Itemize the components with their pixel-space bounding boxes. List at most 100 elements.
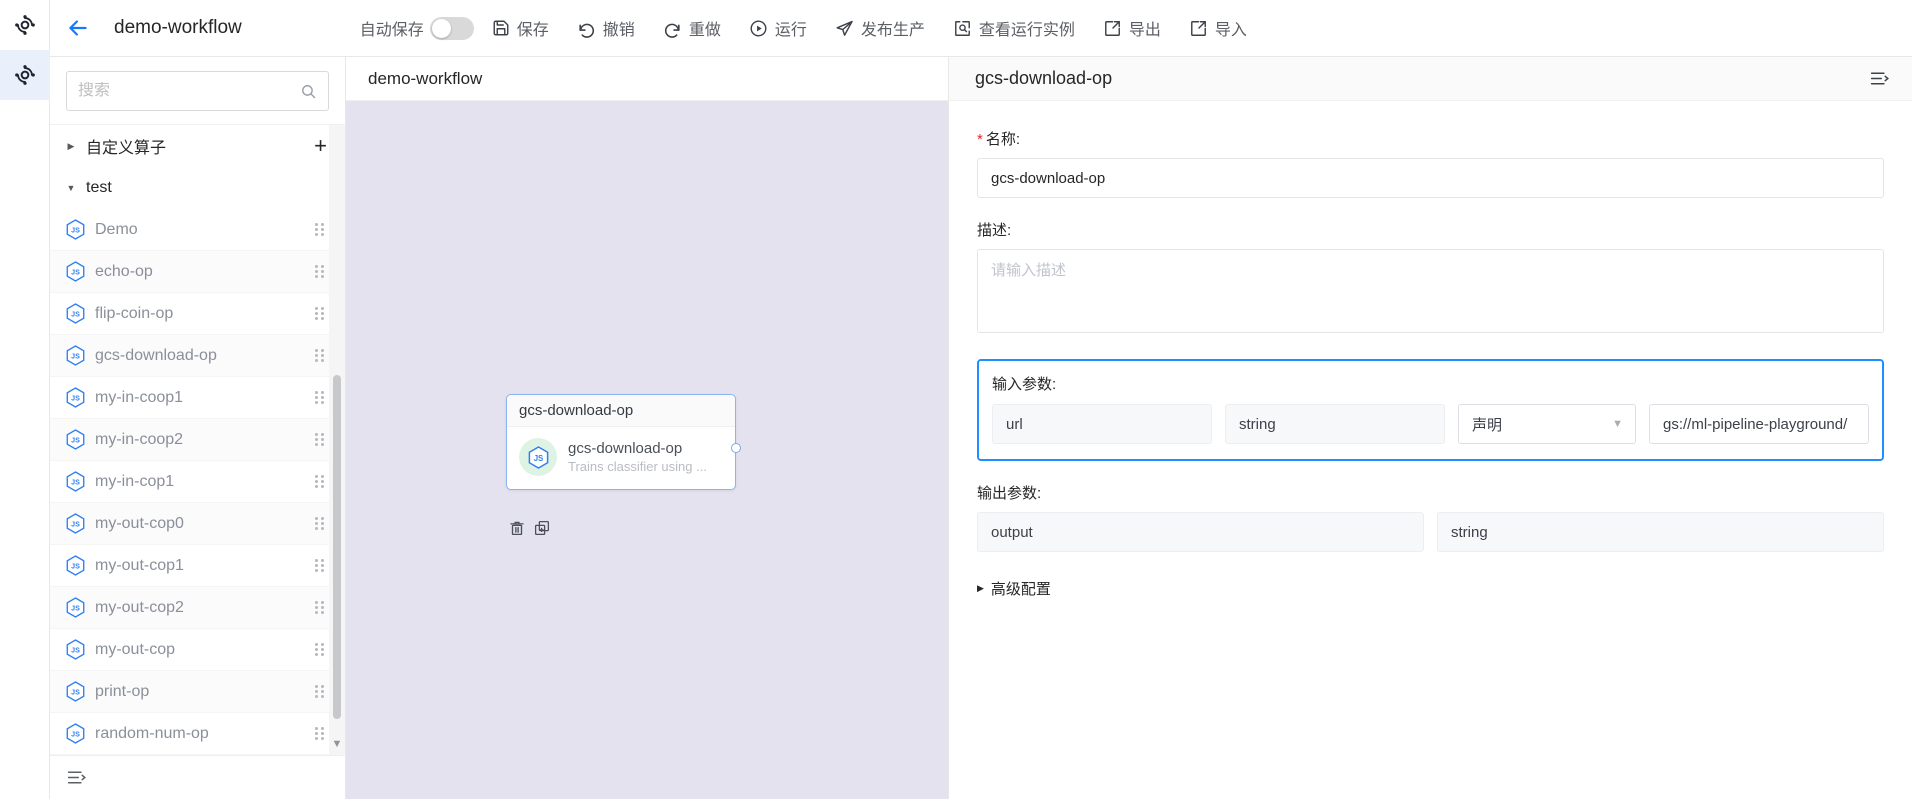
panel-collapse-icon[interactable] <box>1869 68 1890 89</box>
drag-handle-icon[interactable] <box>315 559 327 573</box>
workflow-canvas[interactable]: gcs-download-op JS gcs-download-op Train… <box>346 101 948 799</box>
workflow-title: demo-workflow <box>114 17 242 39</box>
svg-text:JS: JS <box>71 647 80 655</box>
description-textarea[interactable] <box>977 249 1884 333</box>
drag-handle-icon[interactable] <box>315 727 327 741</box>
scrollbar-thumb[interactable] <box>333 375 341 719</box>
js-icon: JS <box>66 513 85 534</box>
list-item[interactable]: JS flip-coin-op <box>50 293 345 335</box>
list-item[interactable]: JS my-in-coop1 <box>50 377 345 419</box>
js-icon: JS <box>66 303 85 324</box>
input-params-section: 输入参数: url string 声明 ▼ gs://ml-pipeline-p… <box>977 359 1884 461</box>
svg-text:JS: JS <box>71 311 80 319</box>
sidebar-footer <box>50 755 345 799</box>
drag-handle-icon[interactable] <box>315 391 327 405</box>
list-item[interactable]: JS my-out-cop <box>50 629 345 671</box>
workspace: ▶ 自定义算子 + ▼ test JS Demo JS <box>50 57 1912 799</box>
js-icon: JS <box>66 429 85 450</box>
drag-handle-icon[interactable] <box>315 601 327 615</box>
input-params-label: 输入参数: <box>992 373 1869 394</box>
drag-handle-icon[interactable] <box>315 475 327 489</box>
input-param-source-select[interactable]: 声明 ▼ <box>1458 404 1636 444</box>
node-subtitle: Trains classifier using ... <box>568 459 723 474</box>
list-item[interactable]: JS my-out-cop2 <box>50 587 345 629</box>
group-test[interactable]: ▼ test <box>50 167 345 209</box>
tab-demo-workflow[interactable]: demo-workflow <box>368 69 482 89</box>
output-param-type[interactable]: string <box>1437 512 1884 552</box>
drag-handle-icon[interactable] <box>315 265 327 279</box>
field-name: *名称: <box>977 128 1884 198</box>
undo-button[interactable]: 撤销 <box>563 9 649 47</box>
drag-handle-icon[interactable] <box>315 307 327 321</box>
import-label: 导入 <box>1215 16 1247 40</box>
js-icon: JS <box>66 681 85 702</box>
delete-node-icon[interactable] <box>508 519 526 537</box>
panel-collapse-icon[interactable] <box>66 767 87 788</box>
input-param-row: url string 声明 ▼ gs://ml-pipeline-playgro… <box>992 404 1869 444</box>
app-main: demo-workflow 自动保存 保存 <box>50 0 1912 799</box>
node-output-port[interactable] <box>731 443 741 453</box>
drag-handle-icon[interactable] <box>315 349 327 363</box>
list-item[interactable]: JS echo-op <box>50 251 345 293</box>
rail-item-settings-top[interactable] <box>0 0 50 50</box>
run-label: 运行 <box>775 16 807 40</box>
operator-list: ▶ 自定义算子 + ▼ test JS Demo JS <box>50 125 345 755</box>
list-item-label: flip-coin-op <box>95 305 305 323</box>
search-icon[interactable] <box>300 83 317 100</box>
export-icon <box>1103 19 1122 38</box>
gear-icon <box>12 62 38 88</box>
undo-icon <box>577 19 596 38</box>
rail-item-settings-second[interactable] <box>0 50 50 100</box>
list-item[interactable]: JS my-in-cop1 <box>50 461 345 503</box>
advanced-config-toggle[interactable]: ▶ 高级配置 <box>977 578 1884 599</box>
duplicate-node-icon[interactable] <box>533 519 551 537</box>
list-item-label: print-op <box>95 683 305 701</box>
input-param-value[interactable]: gs://ml-pipeline-playground/ <box>1649 404 1869 444</box>
advanced-config-label: 高级配置 <box>991 578 1051 599</box>
save-button[interactable]: 保存 <box>478 9 563 47</box>
drag-handle-icon[interactable] <box>315 685 327 699</box>
drag-handle-icon[interactable] <box>315 223 327 237</box>
drag-handle-icon[interactable] <box>315 517 327 531</box>
drag-handle-icon[interactable] <box>315 643 327 657</box>
search-box[interactable] <box>66 71 329 111</box>
panel-header: gcs-download-op <box>949 57 1912 101</box>
view-runs-button[interactable]: 查看运行实例 <box>939 9 1089 47</box>
list-item[interactable]: JS gcs-download-op <box>50 335 345 377</box>
output-param-name[interactable]: output <box>977 512 1424 552</box>
list-item-label: my-out-cop1 <box>95 557 305 575</box>
import-button[interactable]: 导入 <box>1175 9 1261 47</box>
svg-text:JS: JS <box>71 521 80 529</box>
drag-handle-icon[interactable] <box>315 433 327 447</box>
list-item[interactable]: JS my-in-coop2 <box>50 419 345 461</box>
plus-icon[interactable]: + <box>314 135 327 157</box>
scroll-down-arrow-icon[interactable]: ▼ <box>330 737 344 751</box>
redo-icon <box>663 19 682 38</box>
run-button[interactable]: 运行 <box>735 9 821 47</box>
output-params-section: 输出参数: output string <box>977 482 1884 552</box>
list-item[interactable]: JS random-num-op <box>50 713 345 755</box>
workflow-node-gcs-download-op[interactable]: gcs-download-op JS gcs-download-op Train… <box>506 394 736 490</box>
list-item-label: my-out-cop2 <box>95 599 305 617</box>
autosave-toggle[interactable] <box>430 17 474 40</box>
save-icon <box>492 19 510 37</box>
redo-button[interactable]: 重做 <box>649 9 735 47</box>
output-params-label: 输出参数: <box>977 482 1884 503</box>
input-param-type[interactable]: string <box>1225 404 1445 444</box>
export-button[interactable]: 导出 <box>1089 9 1175 47</box>
js-icon: JS <box>66 345 85 366</box>
list-item-label: Demo <box>95 221 305 239</box>
list-item[interactable]: JS Demo <box>50 209 345 251</box>
search-box-icon <box>953 19 972 38</box>
list-item[interactable]: JS my-out-cop0 <box>50 503 345 545</box>
group-custom-operators[interactable]: ▶ 自定义算子 + <box>50 125 345 167</box>
back-button[interactable] <box>50 0 106 56</box>
field-description: 描述: <box>977 219 1884 338</box>
publish-button[interactable]: 发布生产 <box>821 9 939 47</box>
input-param-name[interactable]: url <box>992 404 1212 444</box>
name-input[interactable] <box>977 158 1884 198</box>
search-input[interactable] <box>78 82 300 100</box>
left-icon-rail <box>0 0 50 799</box>
list-item[interactable]: JS my-out-cop1 <box>50 545 345 587</box>
list-item[interactable]: JS print-op <box>50 671 345 713</box>
